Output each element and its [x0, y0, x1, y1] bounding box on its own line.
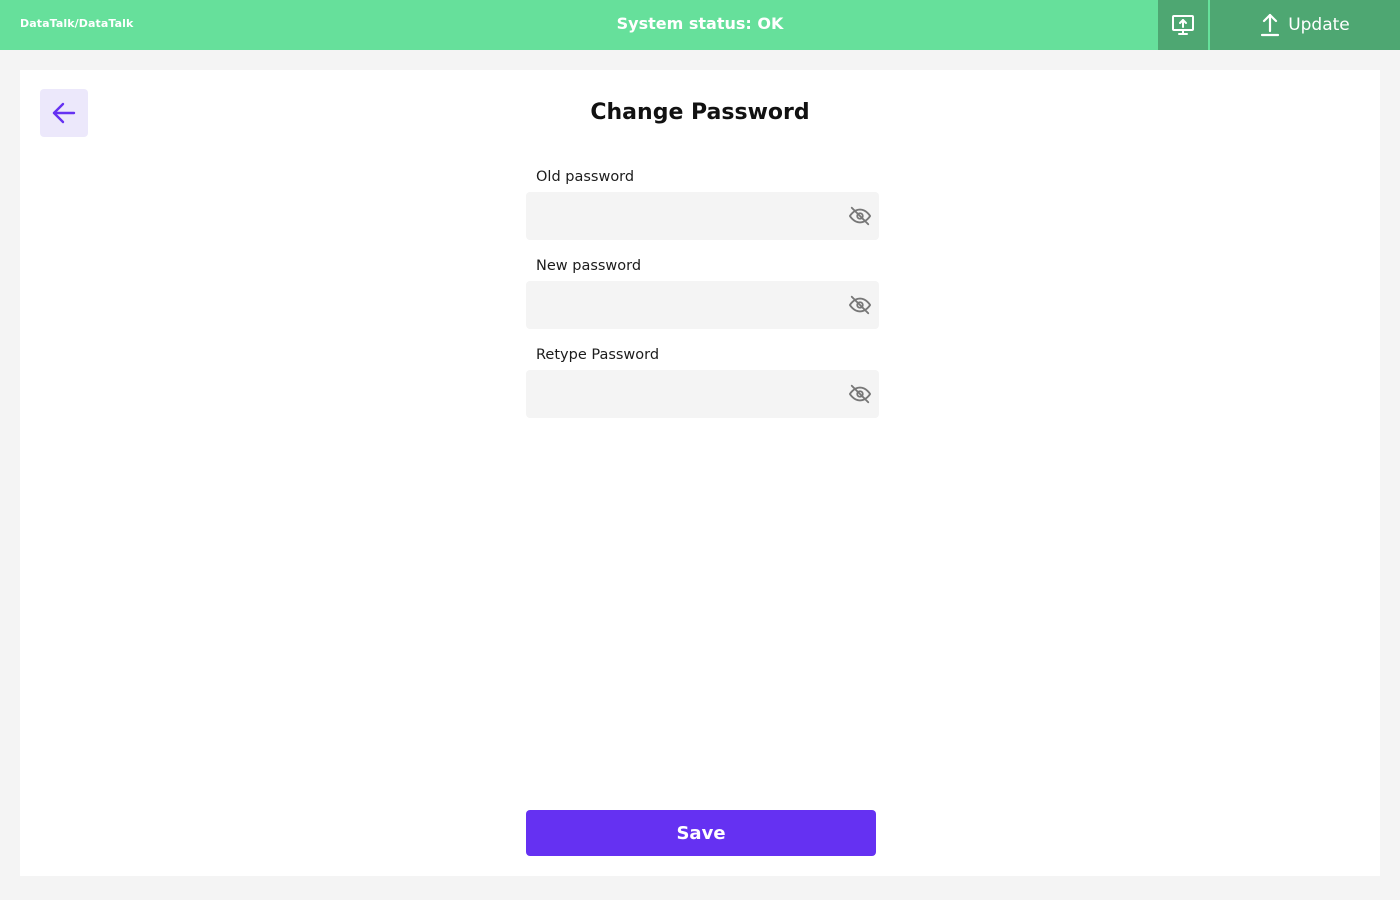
retype-password-field	[526, 370, 879, 418]
update-label: Update	[1288, 15, 1350, 35]
new-password-input[interactable]	[526, 281, 879, 329]
password-form: Old password New password Retype Passwor…	[526, 166, 879, 433]
new-password-label: New password	[536, 258, 642, 274]
old-password-field	[526, 192, 879, 240]
upload-arrow-icon	[1261, 13, 1280, 37]
monitor-upload-icon	[1172, 15, 1194, 35]
old-password-label: Old password	[536, 169, 635, 185]
retype-password-input[interactable]	[526, 370, 879, 418]
save-button[interactable]: Save	[526, 810, 876, 856]
breadcrumb[interactable]: DataTalk/DataTalk	[20, 17, 133, 30]
screen-upload-button[interactable]	[1158, 0, 1208, 50]
page-title: Change Password	[590, 100, 810, 125]
eye-off-icon[interactable]	[848, 204, 872, 228]
update-button[interactable]: Update	[1210, 0, 1400, 50]
change-password-card: Change Password Old password New passwor…	[20, 70, 1380, 876]
eye-off-icon[interactable]	[848, 293, 872, 317]
retype-password-label: Retype Password	[536, 347, 660, 363]
top-bar: DataTalk/DataTalk System status: OK Upda…	[0, 0, 1400, 50]
eye-off-icon[interactable]	[848, 382, 872, 406]
old-password-input[interactable]	[526, 192, 879, 240]
new-password-field	[526, 281, 879, 329]
